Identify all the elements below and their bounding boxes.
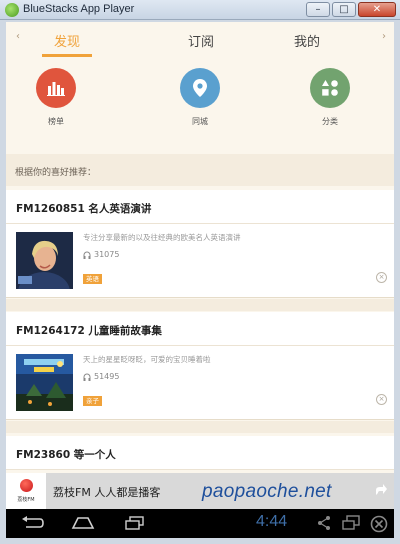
shapes-icon [310,68,350,108]
watermark: paopaoche.net [202,481,332,502]
category-local[interactable]: 同城 [170,68,230,127]
close-circle-icon[interactable] [370,515,388,533]
window-titlebar: BlueStacks App Player – □ ✕ [0,0,400,20]
recent-apps-icon[interactable] [124,515,146,531]
lizhi-fruit-icon [20,479,33,492]
card-separator [6,421,394,433]
tab-discover[interactable]: 发现 [54,31,80,50]
headphones-icon [83,251,91,259]
tab-mine[interactable]: 我的 [294,31,320,50]
share-arrow-icon[interactable] [374,483,388,497]
category-label: 榜单 [48,117,64,126]
card-title: FM23860 等一个人 [16,449,116,461]
tab-subscribe[interactable]: 订阅 [188,31,214,50]
ad-text: 荔枝FM 人人都是播客 [53,486,161,499]
share-icon[interactable] [316,515,332,531]
card-description: 专注分享最新的以及往经典的欧美名人英语演讲 [83,233,241,242]
play-count-value: 31075 [94,250,120,259]
card-title-row[interactable]: FM1264172 儿童睡前故事集 [6,312,394,346]
category-tag[interactable]: 亲子 [83,396,102,406]
lizhi-logo: 荔枝FM [6,473,46,509]
tabs-left-arrow-icon[interactable]: ‹ [16,31,20,42]
top-tabs: ‹ 发现 订阅 我的 › [6,22,394,58]
window-controls: – □ ✕ [306,2,396,17]
android-nav-bar: 4:44 [6,509,394,538]
card-description: 天上的星星眨呀眨，可爱的宝贝睡着啦 [83,355,211,364]
card-title: FM1264172 儿童睡前故事集 [16,325,162,337]
card-content[interactable]: 专注分享最新的以及往经典的欧美名人英语演讲 31075 英语 × [6,224,394,298]
window-mode-icon[interactable] [342,515,360,531]
window-title: BlueStacks App Player [23,3,135,15]
recommend-section: 根据你的喜好推荐： [6,154,394,186]
category-label: 同城 [192,117,208,126]
home-icon[interactable] [70,515,96,531]
card-thumbnail-image [16,354,73,411]
play-count-value: 51495 [94,372,120,381]
card-separator [6,299,394,311]
close-button[interactable]: ✕ [358,2,396,17]
card-title-row[interactable]: FM1260851 名人英语演讲 [6,190,394,224]
bar-chart-icon [36,68,76,108]
headphones-icon [83,373,91,381]
logo-text: 荔枝FM [17,497,35,503]
card-play-count: 51495 [83,372,119,381]
active-tab-indicator [42,54,92,57]
card-title-row[interactable]: FM23860 等一个人 [6,436,394,470]
status-clock: 4:44 [256,513,288,530]
minimize-button[interactable]: – [306,2,330,17]
dismiss-icon[interactable]: × [376,272,387,283]
maximize-button[interactable]: □ [332,2,356,17]
category-tag[interactable]: 英语 [83,274,102,284]
dismiss-icon[interactable]: × [376,394,387,405]
card-play-count: 31075 [83,250,119,259]
ad-banner[interactable]: 荔枝FM 荔枝FM 人人都是播客 paopaoche.net [6,473,394,509]
recommend-hint: 根据你的喜好推荐： [15,168,97,178]
category-ranking[interactable]: 榜单 [26,68,86,127]
back-icon[interactable] [20,515,44,531]
card-thumbnail-image [16,232,73,289]
category-label: 分类 [322,117,338,126]
category-row: 榜单 同城 分类 [6,68,394,168]
card-content[interactable]: 天上的星星眨呀眨，可爱的宝贝睡着啦 51495 亲子 × [6,346,394,420]
app-viewport: ‹ 发现 订阅 我的 › 榜单 同城 分类 根据你的喜好推荐： FM126085… [6,22,394,538]
bluestacks-logo-icon [5,3,19,17]
map-pin-icon [180,68,220,108]
tabs-right-arrow-icon[interactable]: › [382,31,386,42]
card-title: FM1260851 名人英语演讲 [16,203,152,215]
category-classify[interactable]: 分类 [300,68,360,127]
